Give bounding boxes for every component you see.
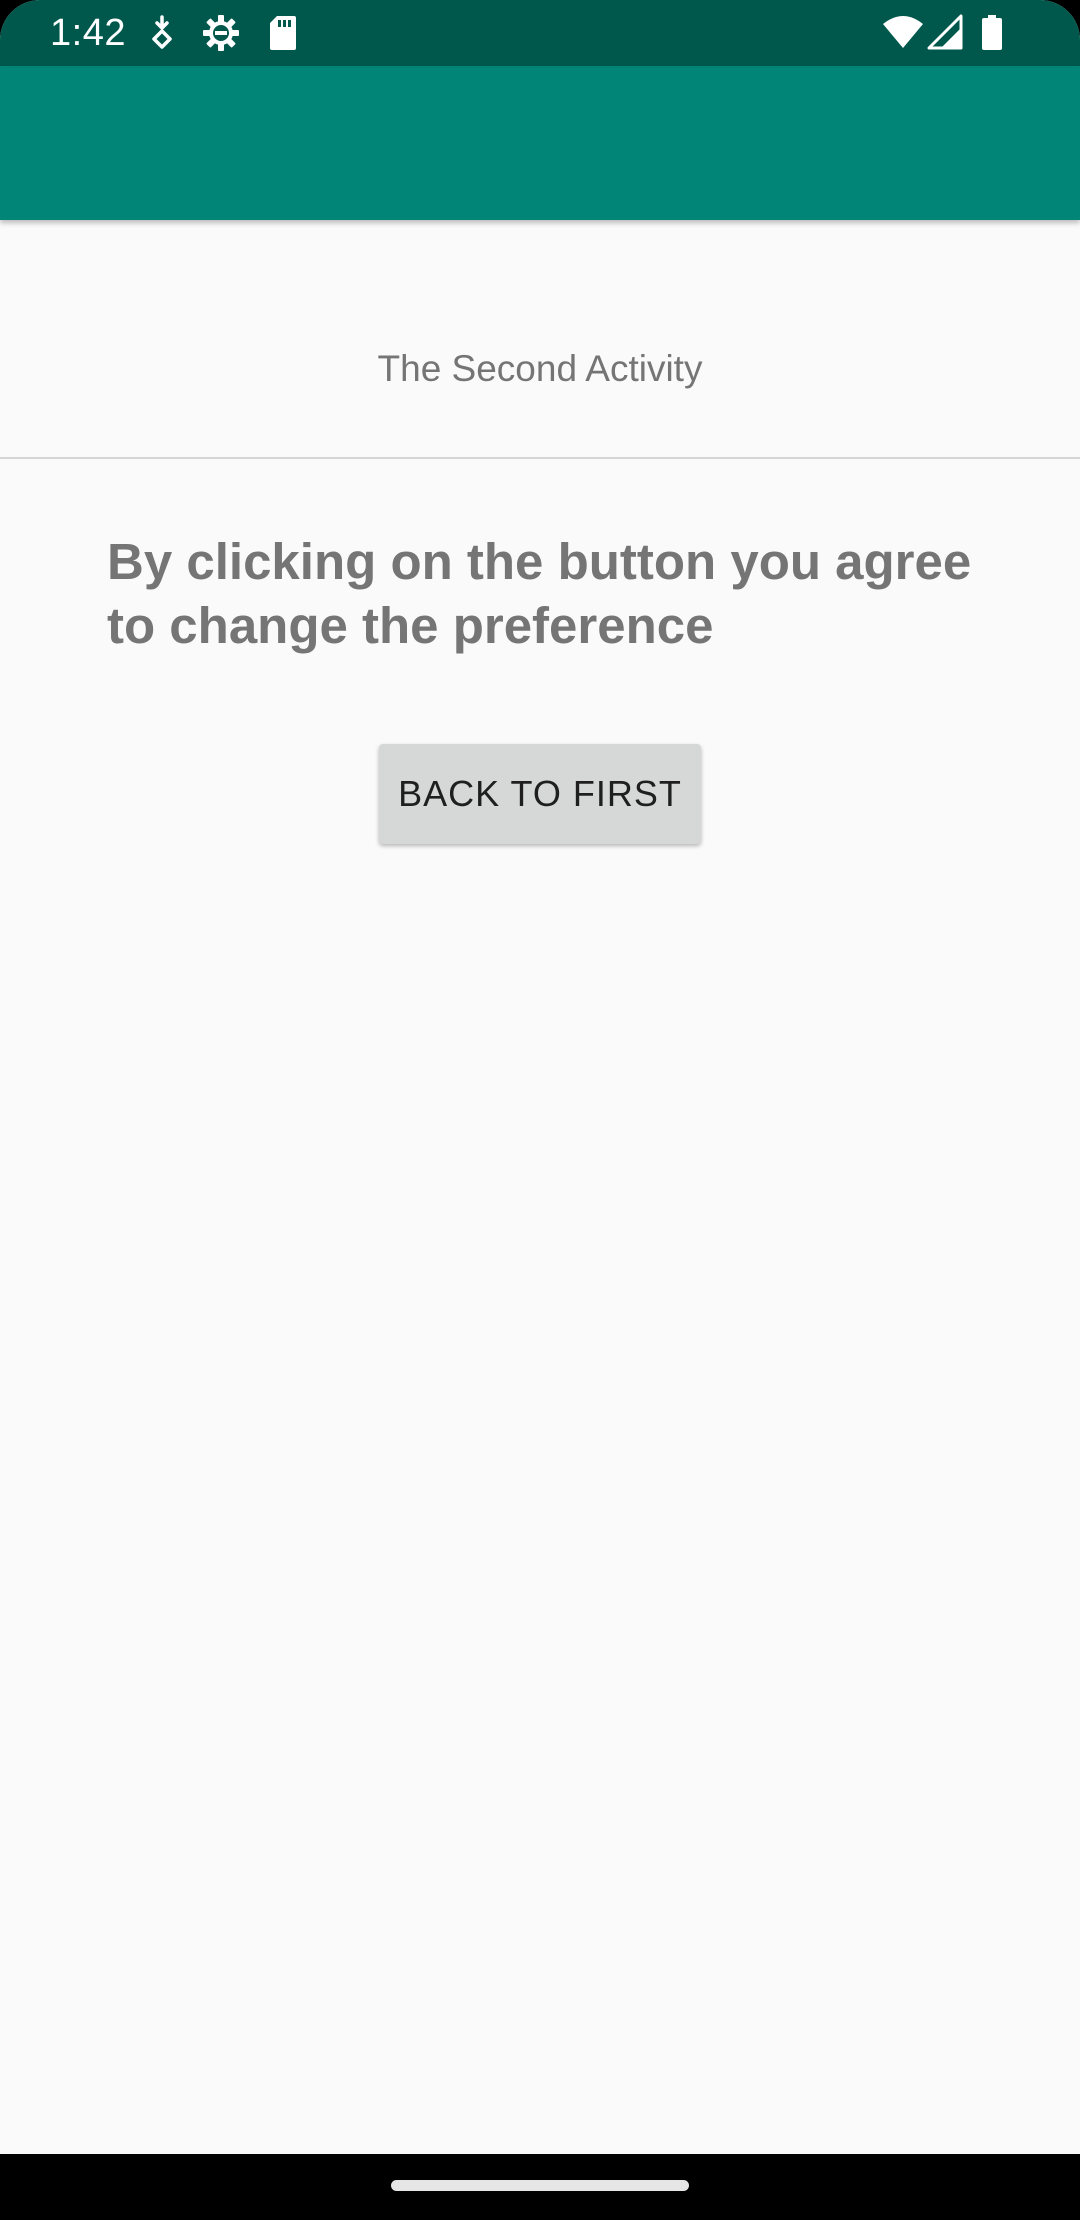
settings-gear-icon <box>203 15 239 51</box>
app-bar <box>0 66 1080 220</box>
device-screen: 1:42 The Second Activity By clicking on … <box>0 0 1080 2220</box>
subtitle: The Second Activity <box>377 348 703 389</box>
divider <box>0 457 1080 459</box>
back-to-first-button[interactable]: BACK TO FIRST <box>379 744 701 844</box>
navigation-bar <box>0 2154 1080 2220</box>
status-time: 1:42 <box>50 12 126 54</box>
cellular-signal-icon <box>927 14 963 50</box>
status-bar: 1:42 <box>0 0 1080 66</box>
home-indicator[interactable] <box>391 2180 689 2191</box>
battery-icon <box>982 15 1002 50</box>
agreement-message: By clicking on the button you agree to c… <box>107 533 972 654</box>
download-status-icon <box>152 15 172 49</box>
sd-card-icon <box>270 16 296 50</box>
wifi-icon <box>883 16 923 48</box>
